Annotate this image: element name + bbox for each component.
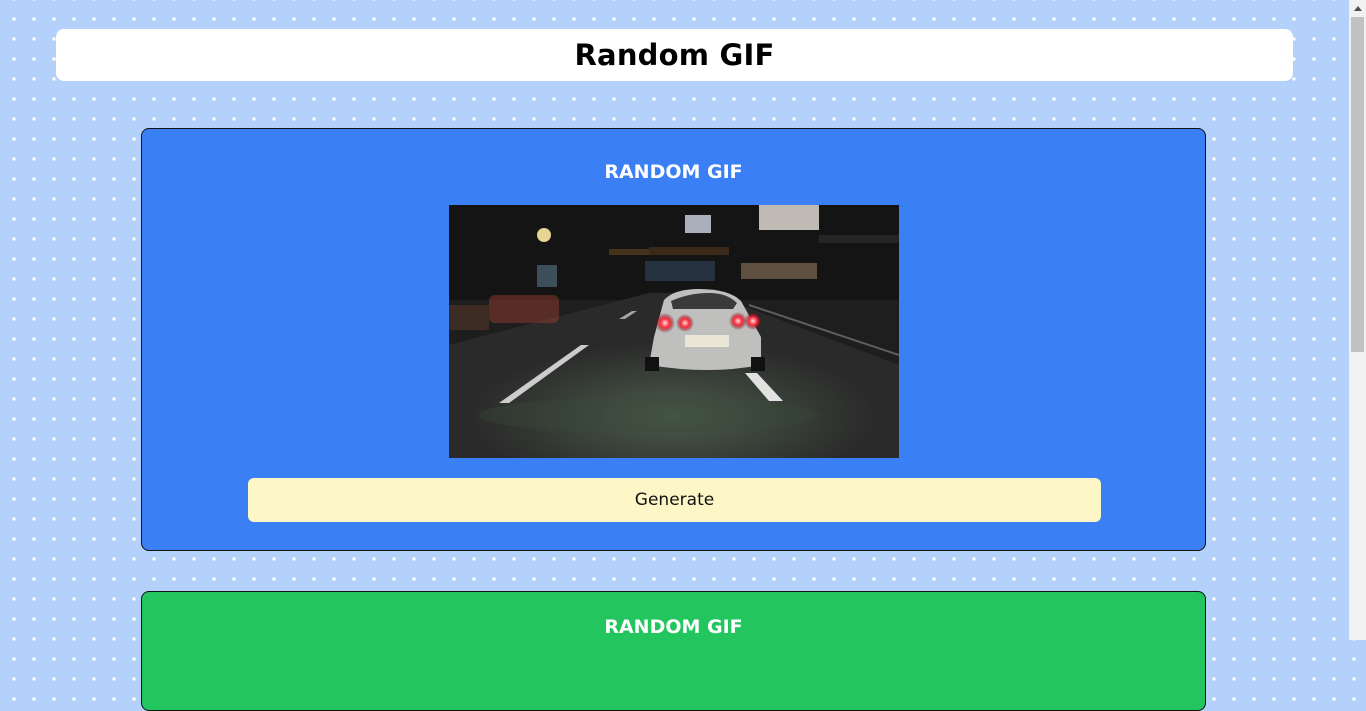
scrollbar-thumb[interactable] (1351, 17, 1364, 352)
generate-button[interactable]: Generate (248, 478, 1101, 522)
gif-image (449, 205, 899, 458)
page: Random GIF RANDOM GIF Generate RANDOM GI… (0, 0, 1349, 711)
card-title: RANDOM GIF (604, 616, 743, 638)
random-gif-card-blue: RANDOM GIF Generate (141, 128, 1206, 551)
vertical-scrollbar[interactable] (1349, 0, 1366, 640)
random-gif-card-green: RANDOM GIF (141, 591, 1206, 711)
page-header: Random GIF (56, 29, 1293, 81)
card-title: RANDOM GIF (604, 161, 743, 183)
page-title: Random GIF (574, 38, 775, 72)
scroll-up-arrow-icon[interactable] (1349, 0, 1366, 17)
